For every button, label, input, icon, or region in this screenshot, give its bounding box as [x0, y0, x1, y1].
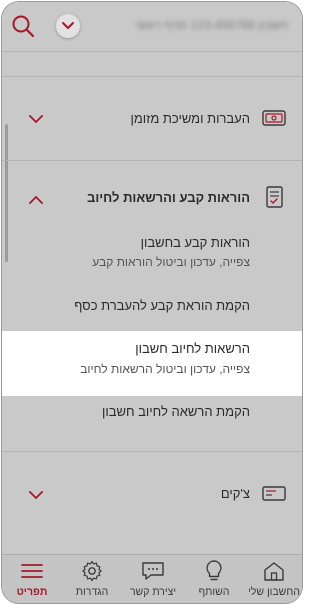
menu-item-label: העברות ומשיכת מזומן — [130, 111, 250, 126]
chevron-up-icon — [29, 196, 43, 204]
submenu-item-title: הקמת הרשאה לחיוב חשבון — [101, 404, 250, 419]
nav-my-account[interactable]: החשבון שלי — [246, 559, 302, 603]
home-icon — [264, 562, 284, 581]
chevron-down-icon — [62, 22, 74, 29]
document-icon — [266, 186, 283, 208]
chevron-down-icon — [29, 491, 43, 499]
submenu-item-title: הקמת הוראת קבע להעברת כסף — [74, 298, 250, 313]
menu-item-label: צ'קים — [220, 486, 250, 501]
nav-partner[interactable]: השותף — [186, 559, 242, 603]
nav-contact[interactable]: יצירת קשר — [125, 559, 181, 603]
menu-item-label: הוראות קבע והרשאות לחיוב — [87, 190, 250, 205]
submenu-item-debit-authorizations[interactable]: הרשאות לחיוב חשבון צפייה, עדכון וביטול ה… — [2, 331, 302, 396]
submenu-item-desc: צפייה, עדכון וביטול הרשאות לחיוב — [80, 362, 250, 376]
nav-label: הגדרות — [75, 586, 109, 598]
gear-icon — [82, 560, 102, 582]
lightbulb-icon — [206, 560, 222, 581]
nav-menu[interactable]: תפריט — [4, 559, 60, 603]
cash-icon — [262, 110, 286, 126]
nav-label: תפריט — [16, 586, 48, 598]
cheque-icon — [262, 486, 286, 501]
submenu-item-title: הוראות קבע בחשבון — [140, 235, 250, 250]
account-selector-button[interactable] — [56, 14, 80, 38]
nav-label: יצירת קשר — [129, 586, 177, 598]
chat-icon — [142, 562, 164, 580]
nav-label: השותף — [198, 586, 230, 598]
divider — [2, 76, 302, 77]
submenu-item-desc: צפייה, עדכון וביטול הוראות קבע — [92, 255, 250, 269]
dim-overlay-bottom — [2, 396, 302, 554]
app-header: חשבון 123-456789 סניף ראשי — [2, 2, 302, 52]
divider — [2, 451, 302, 452]
nav-label: החשבון שלי — [248, 586, 300, 598]
scrollbar[interactable] — [5, 124, 8, 262]
chevron-down-icon — [29, 115, 43, 123]
divider — [2, 160, 302, 161]
account-label[interactable]: חשבון 123-456789 סניף ראשי — [88, 18, 288, 34]
phone-frame: חשבון 123-456789 סניף ראשי העברות ומשיכת… — [1, 1, 303, 604]
nav-settings[interactable]: הגדרות — [64, 559, 120, 603]
bottom-nav: תפריט הגדרות יצירת קשר השותף החשבון שלי — [2, 554, 302, 603]
submenu-item-title: הרשאות לחיוב חשבון — [135, 341, 250, 356]
search-icon[interactable] — [10, 13, 38, 41]
menu-icon — [21, 564, 43, 578]
